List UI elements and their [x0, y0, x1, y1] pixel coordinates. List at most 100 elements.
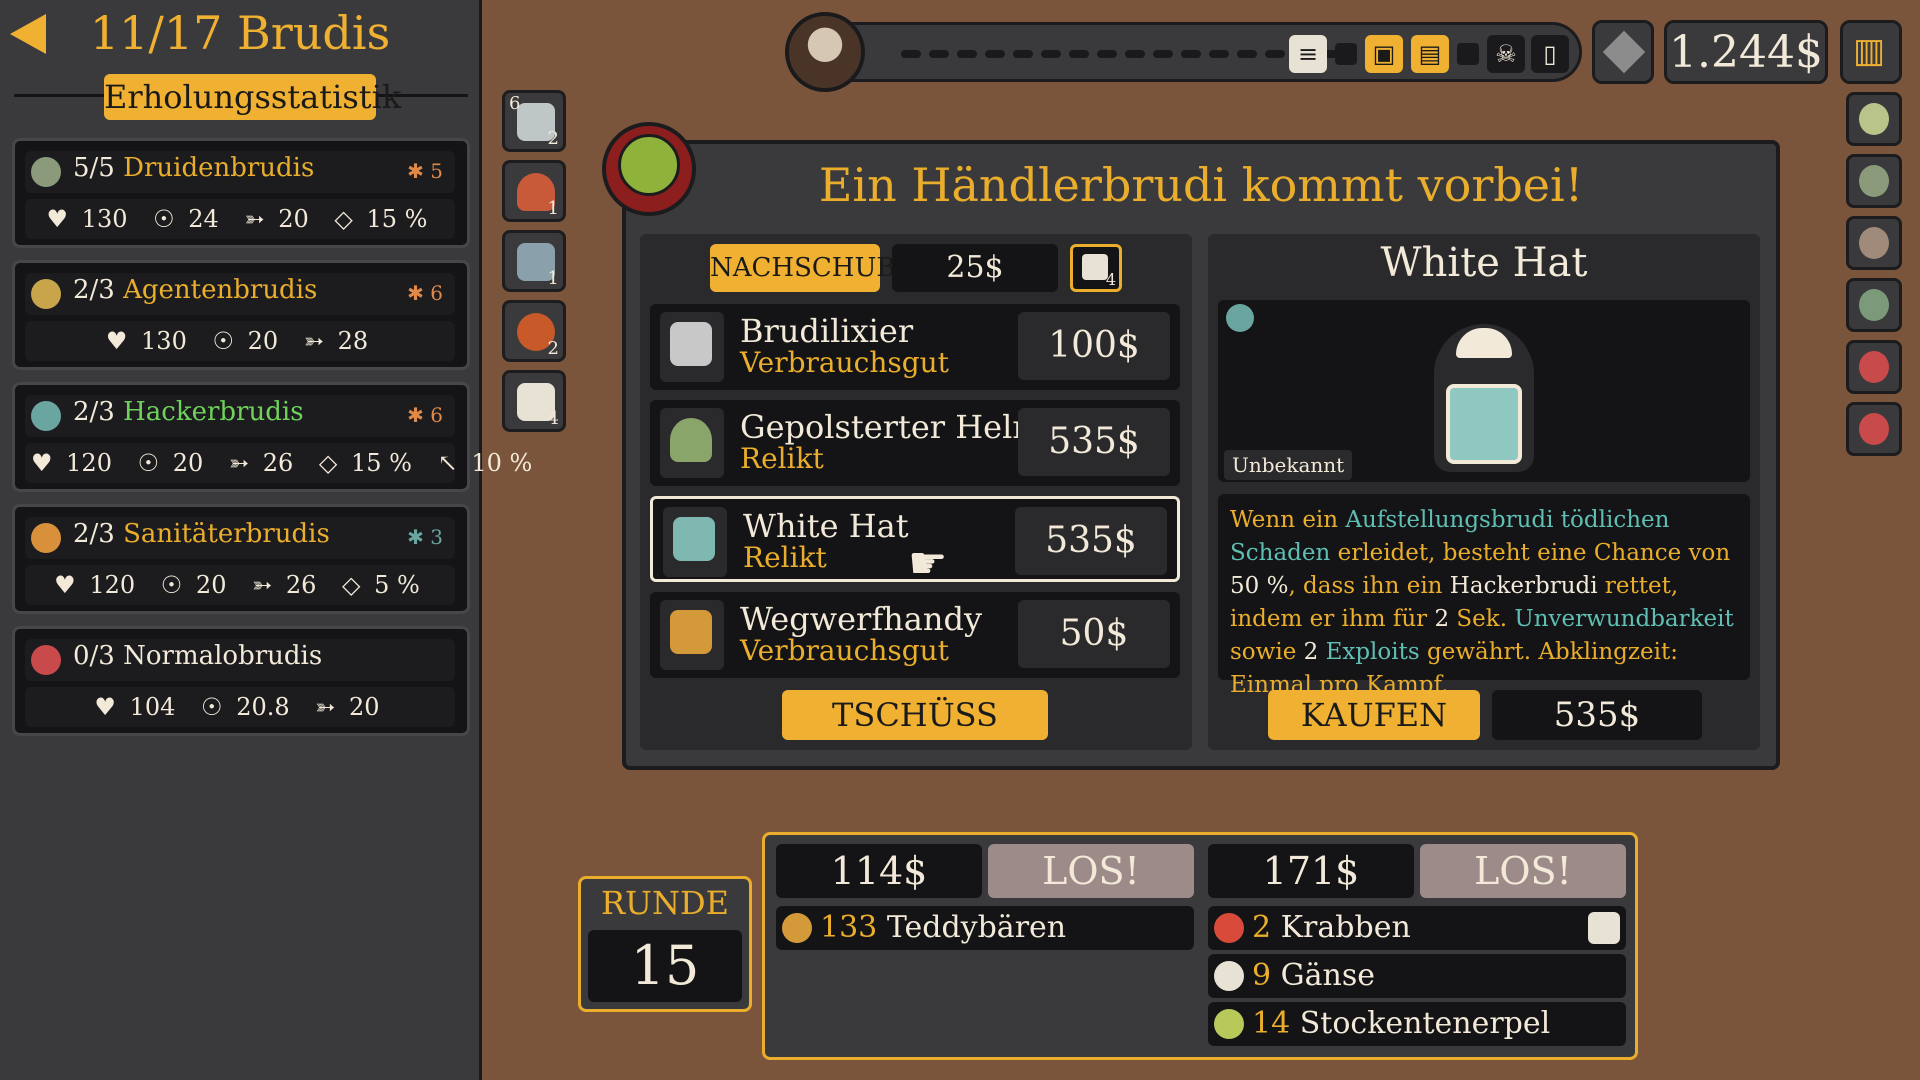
- attack-stat: ☉ 20.8: [201, 693, 290, 721]
- speed-stat: ➳ 26: [252, 571, 317, 599]
- round-label: RUNDE: [600, 884, 730, 922]
- hacker-class-icon: [1226, 304, 1254, 332]
- zombie-icon: [1859, 289, 1889, 321]
- shop-item-gepolsterter-helm[interactable]: Gepolsterter Helm Relikt 535$: [650, 400, 1180, 486]
- skull-icon: ☠: [1487, 35, 1525, 73]
- speed-stat: ➳ 28: [303, 327, 369, 355]
- chest-icon: ▤: [1411, 35, 1449, 73]
- dodge-stat: ◇ 15 %: [318, 449, 412, 477]
- item-name: Brudilixier: [740, 312, 914, 350]
- group-agentenbrudis[interactable]: 2/3 Agentenbrudis ✱ 6 ♥ 130 ☉ 20 ➳ 28: [12, 260, 470, 370]
- monster-icon: [1859, 165, 1889, 197]
- description-fragment: Aufstellungsbrudi: [1345, 507, 1554, 533]
- speed-stat: ➳ 20: [315, 693, 380, 721]
- detail-title: White Hat: [1380, 240, 1588, 286]
- goose-icon: [1214, 961, 1244, 991]
- layers-button[interactable]: [1592, 20, 1654, 84]
- group-title: 5/5 Druidenbrudis ✱ 5: [25, 151, 455, 193]
- group-normalobrudis[interactable]: 0/3 Normalobrudis ♥ 104 ☉ 20.8 ➳ 20: [12, 626, 470, 736]
- medic-icon: [31, 523, 61, 553]
- dice-icon: [1082, 254, 1108, 280]
- enemy-info-1[interactable]: [1846, 92, 1902, 146]
- rotate-icon[interactable]: [1588, 912, 1620, 944]
- layers-icon: [1602, 30, 1646, 74]
- health-stat: ♥ 130: [46, 205, 128, 233]
- enemy-info-3[interactable]: [1846, 216, 1902, 270]
- enemy-info-2[interactable]: [1846, 154, 1902, 208]
- item-slot-syringe[interactable]: 62: [502, 90, 566, 152]
- agent-icon: [31, 279, 61, 309]
- dodge-stat: ◇ 5 %: [342, 571, 420, 599]
- helmet-icon: [670, 418, 712, 462]
- health-stat: ♥ 120: [54, 571, 136, 599]
- synergy-count: ✱ 6: [407, 403, 443, 427]
- group-hackerbrudis[interactable]: 2/3 Hackerbrudis ✱ 6 ♥ 120 ☉ 20 ➳ 26 ◇ 1…: [12, 382, 532, 492]
- coins-icon: ≡: [1289, 35, 1327, 73]
- enemy-info-6[interactable]: [1846, 402, 1902, 456]
- squid-icon: [1859, 227, 1889, 259]
- group-druidenbrudis[interactable]: 5/5 Druidenbrudis ✱ 5 ♥ 130 ☉ 24 ➳ 20 ◇ …: [12, 138, 470, 248]
- shop-item-brudilixier[interactable]: Brudilixier Verbrauchsgut 100$: [650, 304, 1180, 390]
- item-slot-dice[interactable]: 4: [502, 370, 566, 432]
- cards-icon: ▣: [1365, 35, 1403, 73]
- dodge-stat: ◇ 15 %: [334, 205, 428, 233]
- dice-count: 4: [1105, 270, 1116, 289]
- group-sanitaeterbrudis[interactable]: 2/3 Sanitäterbrudis ✱ 3 ♥ 120 ☉ 20 ➳ 26 …: [12, 504, 470, 614]
- buy-button[interactable]: KAUFEN: [1268, 690, 1480, 740]
- encounter-2-go-button[interactable]: LOS!: [1420, 844, 1626, 898]
- enemy-info-5[interactable]: [1846, 340, 1902, 394]
- item-type: Verbrauchsgut: [740, 634, 949, 667]
- synergy-count: ✱ 5: [407, 159, 443, 183]
- description-fragment: Unverwundbarkeit: [1514, 606, 1734, 632]
- recovery-stats-tab[interactable]: Erholungsstatistik: [104, 74, 401, 120]
- description-fragment: Sek.: [1449, 606, 1515, 632]
- enemy-row: 9 Gänse: [1208, 954, 1626, 998]
- druid-icon: [31, 157, 61, 187]
- enemy-row: 2 Krabben: [1208, 906, 1626, 950]
- description-fragment: erleidet, besteht eine Chance von: [1330, 540, 1731, 566]
- round-number: 15: [588, 930, 742, 1002]
- teddy-bear-icon: [782, 913, 812, 943]
- pointer-hand-icon: ☛: [908, 538, 948, 589]
- group-title: 2/3 Agentenbrudis ✱ 6: [25, 273, 455, 315]
- item-name: Wegwerfhandy: [740, 600, 983, 638]
- crab-icon: [1214, 913, 1244, 943]
- description-fragment: Hackerbrudi: [1449, 573, 1598, 599]
- maze-icon: [1446, 384, 1522, 464]
- attack-stat: ☉ 20: [212, 327, 279, 355]
- bar-chart-icon: ▥: [1853, 31, 1886, 71]
- encounter-1-go-button[interactable]: LOS!: [988, 844, 1194, 898]
- attack-stat: ☉ 24: [153, 205, 219, 233]
- attack-stat: ☉ 20: [137, 449, 204, 477]
- back-arrow-icon[interactable]: [10, 14, 46, 54]
- description-fragment: , dass ihn ein: [1288, 573, 1450, 599]
- restock-dice-button[interactable]: 4: [1070, 244, 1122, 292]
- restock-price: 25$: [892, 244, 1058, 292]
- group-title: 0/3 Normalobrudis: [25, 639, 455, 681]
- shop-item-wegwerfhandy[interactable]: Wegwerfhandy Verbrauchsgut 50$: [650, 592, 1180, 678]
- description-fragment: [1318, 639, 1325, 665]
- description-fragment: 2: [1434, 606, 1450, 632]
- group-name: 2/3 Hackerbrudis: [73, 397, 304, 427]
- item-price: 535$: [1015, 507, 1167, 575]
- description-fragment: Exploits: [1325, 639, 1420, 665]
- hacker-icon: [31, 401, 61, 431]
- bye-button[interactable]: TSCHÜSS: [782, 690, 1048, 740]
- crab-icon: [1859, 413, 1889, 445]
- stats-button[interactable]: ▥: [1840, 20, 1902, 84]
- item-slot-fire-orb[interactable]: 2: [502, 300, 566, 362]
- money-display: 1.244$: [1664, 20, 1828, 84]
- restock-button[interactable]: NACHSCHUB: [710, 244, 896, 292]
- attack-stat: ☉ 20: [160, 571, 227, 599]
- progress-orb-icon: [785, 12, 865, 92]
- item-slot-xray[interactable]: 1: [502, 230, 566, 292]
- group-name: 2/3 Agentenbrudis: [73, 275, 318, 305]
- group-stats: ♥ 130 ☉ 24 ➳ 20 ◇ 15 %: [25, 199, 455, 239]
- enemy-info-4[interactable]: [1846, 278, 1902, 332]
- unknown-tag: Unbekannt: [1224, 450, 1353, 480]
- item-slot-mushroom[interactable]: 1: [502, 160, 566, 222]
- white-hat-figure: [1434, 324, 1534, 472]
- description-fragment: Wenn ein: [1230, 507, 1346, 533]
- group-stats: ♥ 120 ☉ 20 ➳ 26 ◇ 5 %: [25, 565, 455, 605]
- item-price: 50$: [1018, 600, 1170, 668]
